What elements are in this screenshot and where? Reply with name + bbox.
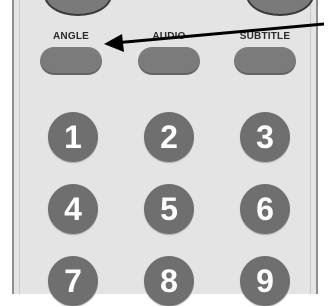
number-button-4[interactable]: 4 — [48, 184, 98, 234]
angle-button[interactable] — [40, 47, 102, 75]
number-button-9[interactable]: 9 — [240, 256, 290, 306]
number-button-2[interactable]: 2 — [144, 112, 194, 162]
top-round-button-right[interactable] — [246, 0, 314, 16]
number-button-7[interactable]: 7 — [48, 256, 98, 306]
top-round-button-left[interactable] — [44, 0, 112, 16]
number-button-1[interactable]: 1 — [48, 112, 98, 162]
callout-arrow-icon — [104, 22, 325, 52]
number-button-8[interactable]: 8 — [144, 256, 194, 306]
number-button-5[interactable]: 5 — [144, 184, 194, 234]
number-button-6[interactable]: 6 — [240, 184, 290, 234]
number-button-3[interactable]: 3 — [240, 112, 290, 162]
